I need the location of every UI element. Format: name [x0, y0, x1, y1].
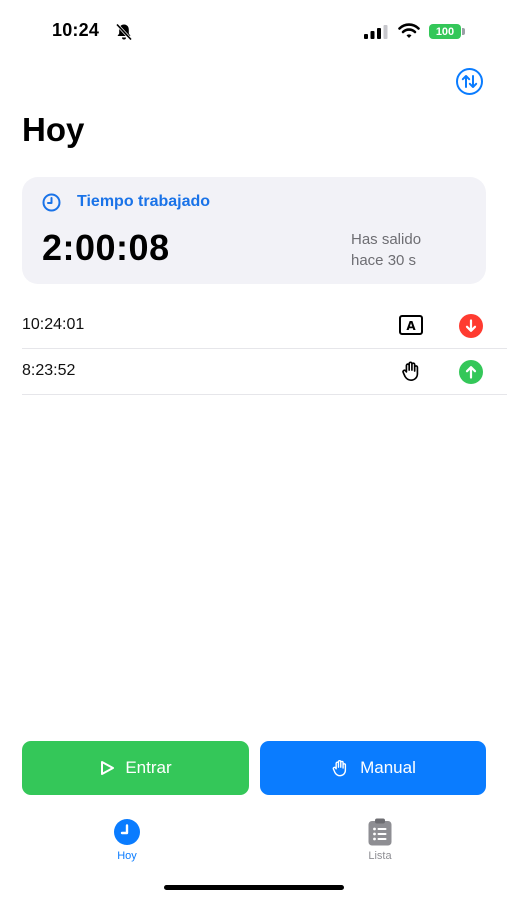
bell-slash-icon [115, 23, 133, 41]
tab-lista[interactable]: Lista [340, 818, 420, 862]
worked-time-label: Tiempo trabajado [77, 193, 211, 210]
home-indicator [164, 885, 344, 890]
exit-status-line-2: hace 30 s [351, 252, 417, 269]
tab-lista-label: Lista [368, 850, 392, 862]
exit-status-line-1: Has salido [351, 231, 422, 248]
clock-icon [42, 193, 61, 212]
battery-tip [462, 28, 465, 35]
automatic-icon: A [399, 315, 423, 335]
tab-hoy-label: Hoy [117, 850, 137, 862]
arrow-up-circle-icon [459, 360, 483, 384]
manual-button[interactable]: Manual [260, 741, 486, 795]
play-icon [101, 761, 115, 775]
hand-icon [332, 760, 347, 777]
enter-button[interactable]: Entrar [22, 741, 249, 795]
entry-time: 8:23:52 [22, 362, 76, 379]
cellular-signal-icon [364, 25, 388, 39]
arrow-up-down-circle-icon[interactable] [455, 67, 484, 96]
tab-hoy[interactable]: Hoy [87, 818, 167, 862]
list-item[interactable]: 8:23:52 [22, 348, 507, 395]
list-item[interactable]: 10:24:01 A [22, 302, 507, 349]
battery-icon: 100 [429, 24, 461, 39]
svg-text:A: A [406, 319, 416, 333]
manual-button-label: Manual [360, 758, 416, 777]
clipboard-list-icon [368, 818, 392, 846]
arrow-down-circle-icon [459, 314, 483, 338]
wifi-icon [398, 23, 420, 38]
status-time: 10:24 [52, 20, 100, 40]
worked-time-value: 2:00:08 [42, 227, 170, 268]
page-title: Hoy [22, 111, 85, 148]
enter-button-label: Entrar [125, 758, 172, 777]
entry-time: 10:24:01 [22, 316, 85, 333]
exit-status: Has salido hace 30 s [351, 229, 421, 271]
clock-icon [114, 819, 140, 845]
hand-icon [402, 361, 419, 381]
